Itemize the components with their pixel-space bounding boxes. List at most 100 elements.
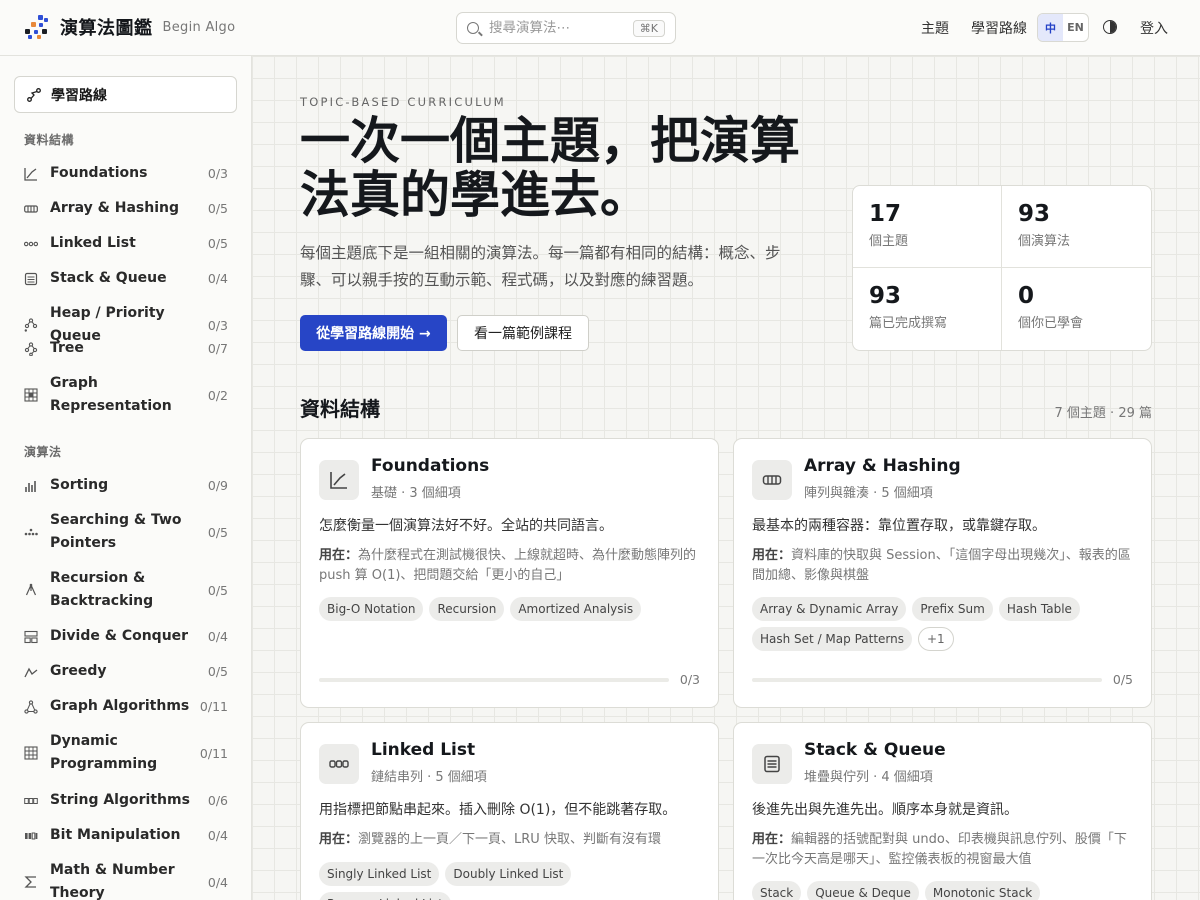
linked-list-icon [319,744,359,784]
sidebar-item-graph-algorithms[interactable]: Graph Algorithms 0/11 [24,695,228,718]
use-text: 資料庫的快取與 Session、「這個字母出現幾次」、報表的區間加總、影像與棋盤 [752,548,1131,583]
route-icon [27,87,41,102]
topic-card-foundations[interactable]: Foundations 基礎 · 3 個細項 怎麼衡量一個演算法好不好。全站的共… [300,438,719,708]
tag[interactable]: Reverse Linked List [319,892,451,900]
use-label: 用在： [752,832,792,847]
use-label: 用在： [752,548,792,563]
nav-topics[interactable]: 主題 [921,18,949,38]
tag[interactable]: Prefix Sum [912,597,993,621]
theme-toggle-icon[interactable] [1103,20,1117,34]
sidebar-item-stack-queue[interactable]: Stack & Queue 0/4 [24,267,228,290]
tag[interactable]: Queue & Deque [807,881,919,900]
progress-count: 0/5 [1112,672,1133,687]
sidebar-item-searching[interactable]: Searching & Two Pointers 0/5 [24,509,228,555]
tag[interactable]: Recursion [429,597,505,621]
sidebar-item-count: 0/2 [207,387,228,403]
sidebar-item-math[interactable]: Math & Number Theory 0/4 [24,859,228,900]
more-tags-badge[interactable]: +1 [918,627,954,651]
stat-label: 個主題 [869,234,909,249]
sidebar-item-array-hashing[interactable]: Array & Hashing 0/5 [24,197,228,220]
sidebar-item-sorting[interactable]: Sorting 0/9 [24,474,228,497]
brand-subtitle: Begin Algo [162,19,236,35]
hero-description: 每個主題底下是一組相關的演算法。每一篇都有相同的結構：概念、步驟、可以親手按的互… [300,244,781,289]
card-subtitle: 陣列與雜湊 · 5 個細項 [804,486,933,501]
brand-title: 演算法圖鑑 [60,18,153,39]
search-box[interactable]: ⌘K [456,12,676,44]
use-text: 編輯器的括號配對與 undo、印表機與訊息佇列、股價「下一次比今天高是哪天」、監… [752,832,1127,867]
stat-label: 篇已完成撰寫 [869,316,948,331]
lang-zh-button[interactable]: 中 [1038,14,1063,41]
sidebar-group-algorithms: 演算法 [24,445,62,459]
topic-card-stack-queue[interactable]: Stack & Queue 堆疊與佇列 · 4 個細項 後進先出與先進先出。順序… [733,722,1152,900]
tag[interactable]: Hash Set / Map Patterns [752,627,912,651]
login-link[interactable]: 登入 [1140,18,1168,38]
search-input[interactable] [489,20,624,36]
tag[interactable]: Big-O Notation [319,597,424,621]
sidebar-item-label: String Algorithms [50,792,190,808]
card-subtitle: 堆疊與佇列 · 4 個細項 [804,770,933,785]
sidebar-item-string-algorithms[interactable]: String Algorithms 0/6 [24,789,228,812]
card-title: Array & Hashing [804,456,961,476]
sidebar-item-label: Searching & Two Pointers [50,512,182,551]
topic-card-linked-list[interactable]: Linked List 鏈結串列 · 5 個細項 用指標把節點串起來。插入刪除 … [300,722,719,900]
sidebar-item-label: Greedy [50,663,107,679]
learning-path-button[interactable]: 學習路線 [14,76,237,113]
tag[interactable]: Stack [752,881,802,900]
network-icon [24,699,38,714]
sidebar-item-count: 0/5 [207,236,228,251]
tag[interactable]: Hash Table [998,597,1080,621]
heap-icon [24,318,38,332]
sidebar-item-graph-representation[interactable]: Graph Representation 0/2 [24,372,228,418]
sidebar-item-label: Math & Number Theory [50,862,175,900]
sidebar: 學習路線 資料結構 Foundations 0/3 Array & Hashin… [0,56,252,900]
sidebar-item-foundations[interactable]: Foundations 0/3 [24,162,228,185]
sidebar-item-linked-list[interactable]: Linked List 0/5 [24,232,228,255]
nav-learning-path[interactable]: 學習路線 [971,18,1027,38]
card-use-cases: 用在：資料庫的快取與 Session、「這個字母出現幾次」、報表的區間加總、影像… [752,546,1137,585]
sidebar-item-count: 0/4 [207,874,228,890]
tag[interactable]: Monotonic Stack [924,881,1041,900]
tag-list: Stack Queue & Deque Monotonic Stack [752,881,1142,900]
stat-algorithms: 93 個演算法 [1002,186,1151,268]
lang-en-button[interactable]: EN [1063,14,1088,41]
split-icon [24,630,38,643]
sidebar-item-count: 0/11 [199,745,228,761]
sidebar-group-data-structures: 資料結構 [24,133,75,147]
sidebar-item-bit-manipulation[interactable]: Bit Manipulation 0/4 [24,824,228,847]
sidebar-item-greedy[interactable]: Greedy 0/5 [24,660,228,683]
sidebar-item-divide-conquer[interactable]: Divide & Conquer 0/4 [24,625,228,648]
card-subtitle: 鏈結串列 · 5 個細項 [371,770,487,785]
array-icon [752,460,792,500]
progress-bar [319,678,669,682]
table-icon [24,746,38,760]
use-text: 為什麼程式在測試機很快、上線就超時、為什麼動態陣列的 push 算 O(1)、把… [319,548,697,583]
sidebar-item-label: Bit Manipulation [50,827,181,843]
section-meta: 7 個主題 · 29 篇 [1054,406,1152,421]
tree-icon [24,341,38,356]
sidebar-item-recursion[interactable]: Recursion & Backtracking 0/5 [24,567,228,613]
sidebar-item-label: Linked List [50,235,136,251]
tag-list: Array & Dynamic Array Prefix Sum Hash Ta… [752,597,1142,651]
card-use-cases: 用在：為什麼程式在測試機很快、上線就超時、為什麼動態陣列的 push 算 O(1… [319,546,704,585]
start-learning-path-button[interactable]: 從學習路線開始 → [300,315,447,351]
sidebar-item-count: 0/5 [207,201,228,216]
tag[interactable]: Array & Dynamic Array [752,597,907,621]
stat-number: 0 [1018,283,1035,309]
brand[interactable]: 演算法圖鑑 Begin Algo [24,14,235,40]
sidebar-item-label: Graph Representation [50,375,172,414]
tag[interactable]: Amortized Analysis [510,597,642,621]
tag[interactable]: Singly Linked List [319,862,440,886]
sidebar-item-count: 0/4 [207,828,228,843]
main-content: TOPIC-BASED CURRICULUM 一次一個主題，把演算法真的學進去。… [252,56,1200,900]
topic-card-array-hashing[interactable]: Array & Hashing 陣列與雜湊 · 5 個細項 最基本的兩種容器：靠… [733,438,1152,708]
sample-lesson-button[interactable]: 看一篇範例課程 [457,315,589,351]
card-description: 怎麼衡量一個演算法好不好。全站的共同語言。 [319,518,613,534]
tag[interactable]: Doubly Linked List [445,862,572,886]
search-icon [467,22,479,34]
sidebar-item-label: Graph Algorithms [50,698,190,714]
progress-count: 0/3 [679,672,700,687]
sidebar-item-dynamic-programming[interactable]: Dynamic Programming 0/11 [24,730,228,776]
sidebar-item-tree[interactable]: Tree 0/7 [24,337,228,360]
stat-number: 93 [1018,201,1051,227]
sidebar-item-label: Tree [50,340,84,356]
